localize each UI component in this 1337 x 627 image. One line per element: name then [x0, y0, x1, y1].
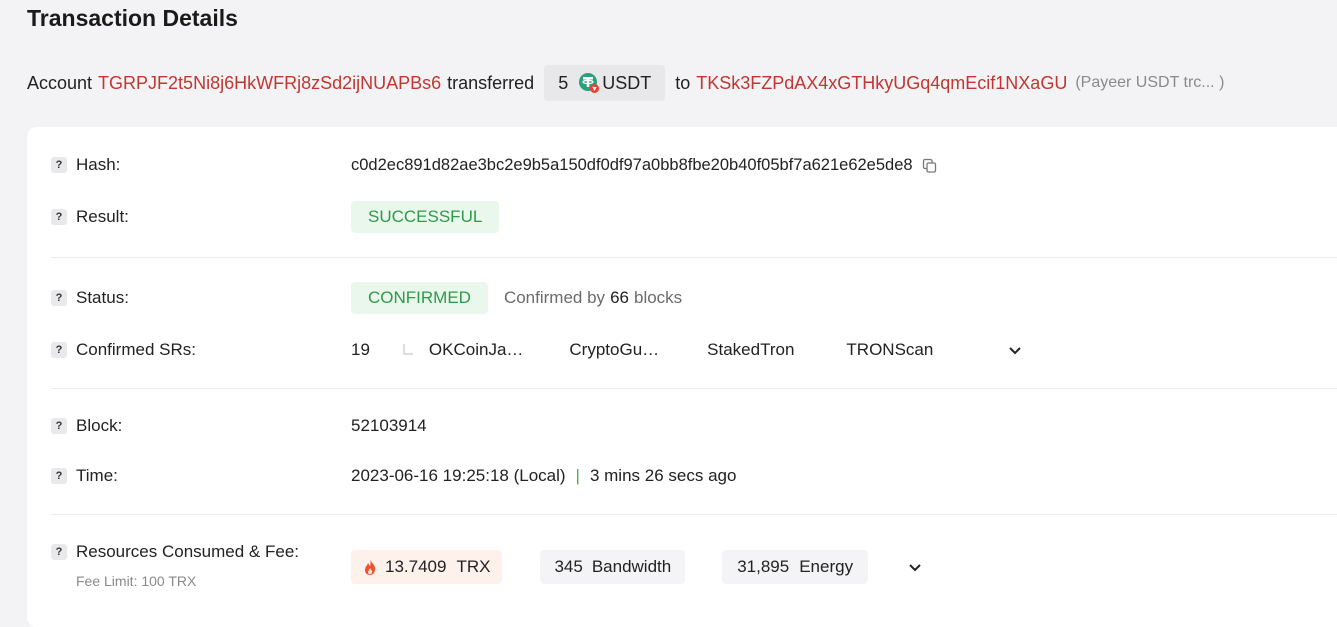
time-separator: |	[575, 466, 580, 485]
confirmed-count: 66	[610, 288, 629, 307]
divider	[51, 388, 1337, 389]
divider	[51, 514, 1337, 515]
time-value: 2023-06-16 19:25:18 (Local)	[351, 466, 566, 485]
result-label: Result:	[76, 207, 129, 226]
block-row: ? Block:	[51, 411, 122, 441]
from-address-link[interactable]: TGRPJF2t5Ni8j6HkWFRj8zSd2ijNUAPBs6	[98, 73, 441, 94]
transfer-summary: Account TGRPJF2t5Ni8j6HkWFRj8zSd2ijNUAPB…	[27, 64, 1224, 102]
sr-item-okcoin[interactable]: OKCoinJa…	[429, 340, 523, 360]
time-label: Time:	[76, 466, 118, 485]
bandwidth-chip: 345 Bandwidth	[540, 550, 686, 584]
status-badge: CONFIRMED	[351, 282, 488, 314]
hash-value: c0d2ec891d82ae3bc2e9b5a150df0df97a0bb8fb…	[351, 155, 913, 174]
question-icon[interactable]: ?	[51, 209, 67, 225]
result-row: ? Result:	[51, 202, 129, 232]
energy-value: 31,895	[737, 557, 790, 576]
account-label: Account	[27, 72, 93, 93]
to-label: to	[675, 72, 691, 93]
block-number-link[interactable]: 52103914	[351, 416, 427, 436]
sr-item-stakedtron[interactable]: StakedTron	[707, 340, 794, 360]
fee-limit: Fee Limit: 100 TRX	[76, 573, 197, 589]
resources-row: ? Resources Consumed & Fee:	[51, 537, 299, 567]
time-row: ? Time:	[51, 461, 118, 491]
sr-item-cryptoguyzone[interactable]: CryptoGu…	[569, 340, 659, 360]
transferred-label: transferred	[447, 72, 535, 93]
resources-label: Resources Consumed & Fee:	[76, 542, 299, 561]
time-relative: 3 mins 26 secs ago	[589, 466, 737, 485]
chevron-down-icon[interactable]	[905, 557, 925, 577]
fee-unit: TRX	[456, 557, 491, 576]
question-icon[interactable]: ?	[51, 342, 67, 358]
fire-icon	[363, 558, 377, 576]
fee-value: 13.7409	[385, 557, 447, 576]
question-icon[interactable]: ?	[51, 157, 67, 173]
question-icon[interactable]: ?	[51, 290, 67, 306]
question-icon[interactable]: ?	[51, 468, 67, 484]
sr-count: 19	[351, 340, 370, 359]
status-row: ? Status:	[51, 283, 129, 313]
confirmed-srs-row: ? Confirmed SRs:	[51, 335, 196, 365]
confirmed-srs-label: Confirmed SRs:	[76, 340, 196, 359]
amount-value: 5	[558, 72, 569, 93]
status-label: Status:	[76, 288, 129, 307]
page-title: Transaction Details	[27, 5, 238, 31]
hash-label: Hash:	[76, 155, 121, 174]
fee-chip: 13.7409 TRX	[351, 550, 503, 584]
bandwidth-unit: Bandwidth	[591, 557, 672, 576]
hash-value-cell: c0d2ec891d82ae3bc2e9b5a150df0df97a0bb8fb…	[351, 148, 937, 182]
confirmed-suffix: blocks	[633, 288, 683, 307]
details-card: ? Hash: c0d2ec891d82ae3bc2e9b5a150df0df9…	[27, 127, 1337, 627]
divider	[51, 257, 1337, 258]
confirmed-prefix: Confirmed by	[503, 288, 606, 307]
question-icon[interactable]: ?	[51, 544, 67, 560]
bandwidth-value: 345	[554, 557, 583, 576]
energy-chip: 31,895 Energy	[722, 550, 869, 584]
energy-unit: Energy	[799, 557, 854, 576]
question-icon[interactable]: ?	[51, 418, 67, 434]
result-badge: SUCCESSFUL	[351, 201, 500, 233]
block-label: Block:	[76, 416, 123, 435]
tether-icon	[578, 72, 600, 94]
amount-pill: 5 USDT	[544, 65, 666, 101]
chevron-down-icon[interactable]	[1005, 340, 1025, 360]
hash-row: ? Hash:	[51, 150, 120, 180]
token-symbol: USDT	[602, 72, 652, 93]
to-address-link[interactable]: TKSk3FZPdAX4xGTHkyUGq4qmEcif1NXaGU	[696, 73, 1067, 94]
sr-item-tronscan[interactable]: TRONScan	[846, 340, 933, 360]
to-address-note: (Payeer USDT trc... )	[1075, 74, 1225, 91]
sr-tree-connector-icon	[402, 343, 414, 357]
copy-icon[interactable]	[922, 158, 937, 173]
